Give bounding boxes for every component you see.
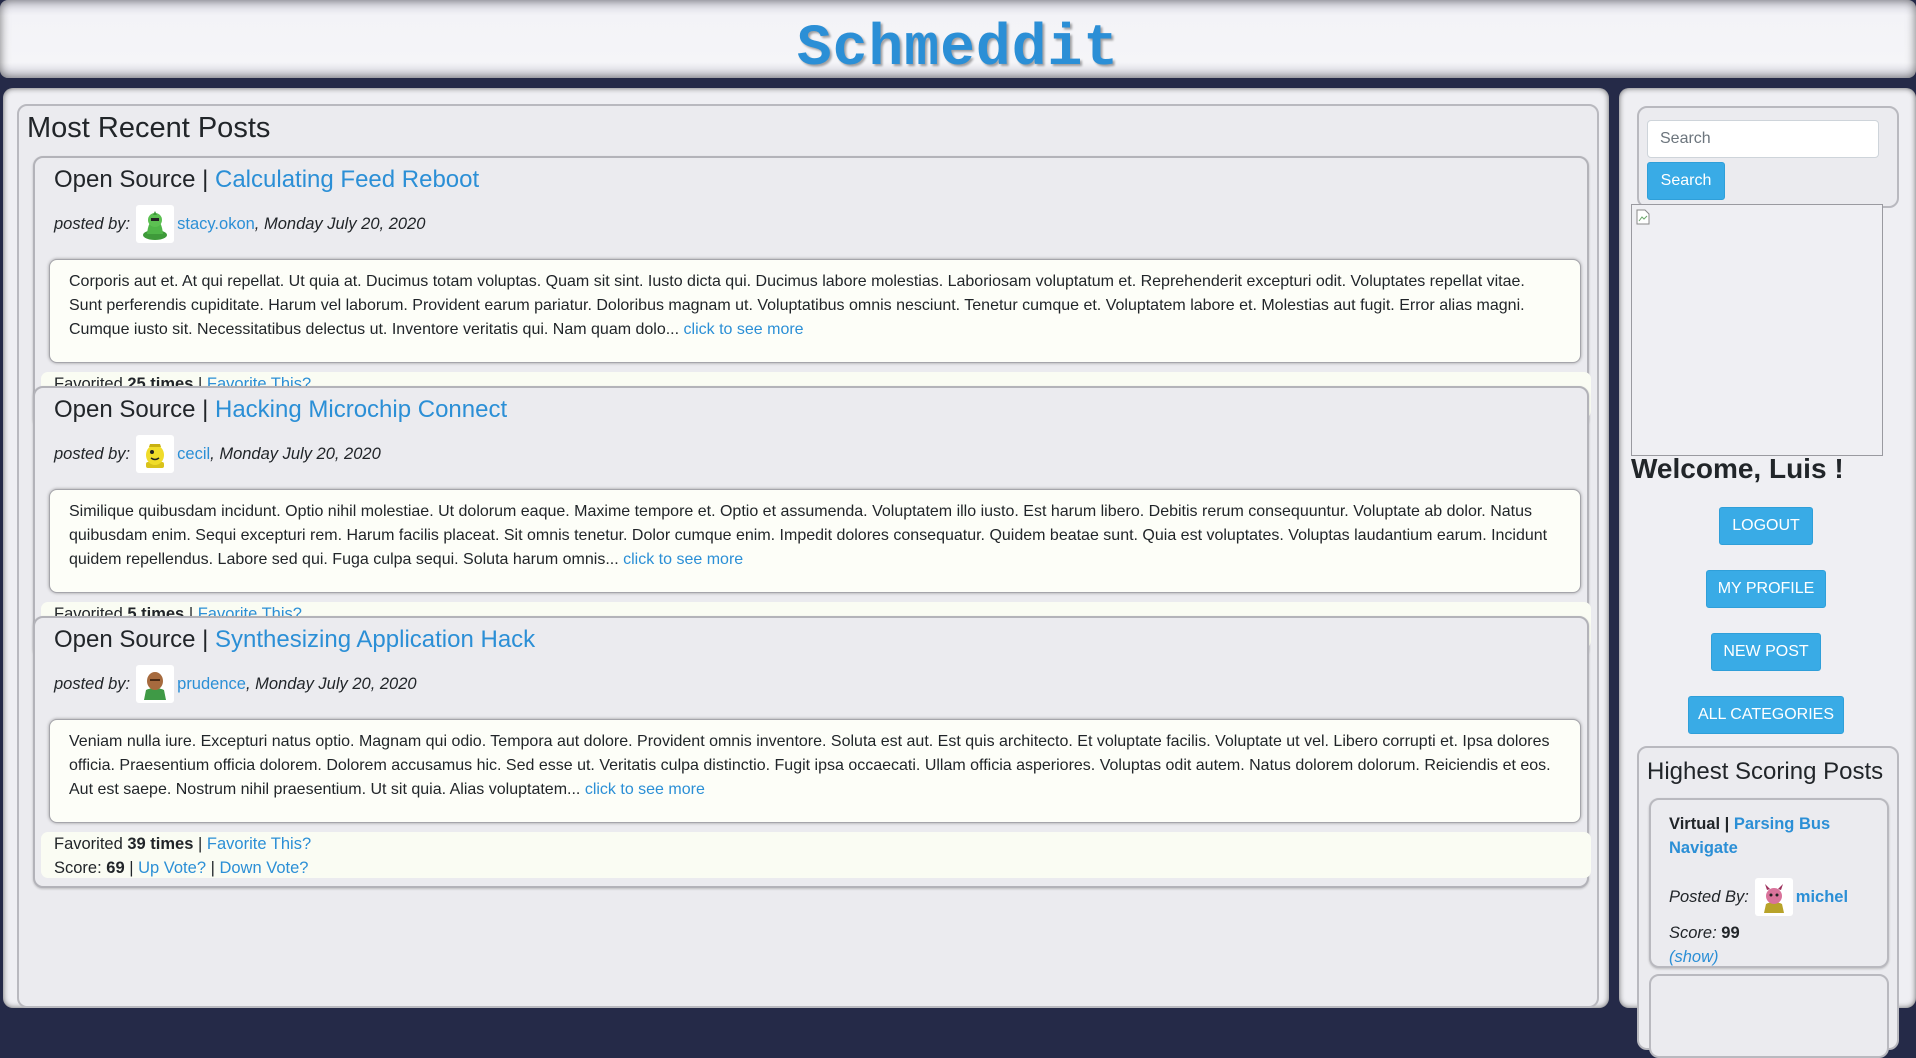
- search-input[interactable]: [1647, 120, 1879, 158]
- top-post-author: Posted By: michel: [1669, 878, 1848, 916]
- post-date-value: Monday July 20, 2020: [255, 674, 417, 693]
- new-post-button[interactable]: NEW POST: [1711, 633, 1821, 671]
- post-meta: posted by: prudence , Monday July 20, 20…: [54, 664, 417, 704]
- favorite-count: 39 times: [127, 835, 194, 853]
- post-excerpt: Similique quibusdam incidunt. Optio nihi…: [69, 503, 1548, 568]
- brown-character-avatar-icon: [136, 665, 175, 703]
- post-title-link[interactable]: Calculating Feed Reboot: [215, 166, 479, 193]
- top-post-category: Virtual: [1669, 815, 1721, 833]
- posted-by-label: posted by:: [54, 214, 131, 233]
- post-author-link[interactable]: prudence: [177, 675, 246, 694]
- all-categories-button[interactable]: ALL CATEGORIES: [1688, 696, 1844, 734]
- post-body: Similique quibusdam incidunt. Optio nihi…: [49, 489, 1581, 593]
- favorite-link[interactable]: Favorite This?: [207, 835, 311, 853]
- favorited-label: Favorited: [54, 835, 123, 853]
- post-body: Corporis aut et. At qui repellat. Ut qui…: [49, 259, 1581, 363]
- highest-scoring-panel: Highest Scoring Posts Virtual | Parsing …: [1637, 746, 1899, 1058]
- search-panel: Search: [1637, 106, 1899, 208]
- post-heading: Open Source | Calculating Feed Reboot: [54, 166, 479, 194]
- post-heading: Open Source | Hacking Microchip Connect: [54, 396, 507, 424]
- post-category: Open Source: [54, 396, 196, 423]
- post-author-link[interactable]: cecil: [177, 445, 210, 464]
- see-more-link[interactable]: click to see more: [684, 321, 804, 338]
- downvote-link[interactable]: Down Vote?: [219, 859, 308, 877]
- post-heading: Open Source | Synthesizing Application H…: [54, 626, 535, 654]
- broken-image-icon: [1636, 209, 1650, 225]
- sidebar: Search Welcome, Luis ! LOGOUT MY PROFILE…: [1619, 88, 1916, 1058]
- recent-posts-panel: Most Recent Posts Open Source | Calculat…: [17, 104, 1599, 1008]
- search-button[interactable]: Search: [1647, 162, 1725, 200]
- post-excerpt: Veniam nulla iure. Excepturi natus optio…: [69, 733, 1551, 798]
- separator: |: [202, 396, 215, 423]
- score-line: Score: 69 | Up Vote? | Down Vote?: [54, 859, 309, 877]
- top-post-card: [1649, 974, 1889, 1058]
- post-date-value: Monday July 20, 2020: [219, 444, 381, 463]
- score-label: Score:: [54, 859, 102, 877]
- post-meta: posted by: stacy.okon , Monday July 20, …: [54, 204, 425, 244]
- posted-by-label: Posted By:: [1669, 887, 1749, 906]
- posted-by-label: posted by:: [54, 674, 131, 693]
- ad-image-frame: [1631, 204, 1883, 456]
- see-more-link[interactable]: click to see more: [623, 551, 743, 568]
- post-author-link[interactable]: stacy.okon: [177, 215, 255, 234]
- highest-scoring-title: Highest Scoring Posts: [1647, 758, 1884, 785]
- post-footer: Favorited 39 times | Favorite This? Scor…: [41, 832, 1591, 878]
- post-date: , Monday July 20, 2020: [245, 674, 417, 693]
- logout-button[interactable]: LOGOUT: [1719, 507, 1813, 545]
- top-post-author-link[interactable]: michel: [1796, 888, 1848, 907]
- post-body: Veniam nulla iure. Excepturi natus optio…: [49, 719, 1581, 823]
- separator: |: [202, 626, 215, 653]
- favorites-line: Favorited 39 times | Favorite This?: [54, 835, 312, 853]
- score-label: Score:: [1669, 924, 1717, 942]
- post-date: , Monday July 20, 2020: [254, 214, 426, 233]
- devil-character-avatar-icon: [1754, 878, 1793, 916]
- green-character-avatar-icon: [136, 205, 175, 243]
- post-title-link[interactable]: Synthesizing Application Hack: [215, 626, 535, 653]
- site-title[interactable]: Schmeddit: [797, 20, 1119, 80]
- separator: |: [202, 166, 215, 193]
- posted-by-label: posted by:: [54, 444, 131, 463]
- show-post-link[interactable]: (show): [1669, 948, 1719, 967]
- post-title-link[interactable]: Hacking Microchip Connect: [215, 396, 507, 423]
- post-category: Open Source: [54, 626, 196, 653]
- post-card: Open Source | Synthesizing Application H…: [33, 616, 1591, 888]
- post-date: , Monday July 20, 2020: [210, 444, 381, 463]
- score-value: 69: [106, 859, 125, 877]
- welcome-message: Welcome, Luis !: [1631, 453, 1844, 484]
- see-more-link[interactable]: click to see more: [585, 781, 705, 798]
- top-post-card: Virtual | Parsing Bus Navigate Posted By…: [1649, 798, 1889, 968]
- post-category: Open Source: [54, 166, 196, 193]
- my-profile-button[interactable]: MY PROFILE: [1706, 570, 1826, 608]
- top-post-score: Score: 99: [1669, 924, 1740, 943]
- site-header: Schmeddit: [0, 0, 1916, 80]
- yellow-character-avatar-icon: [136, 435, 175, 473]
- top-post-heading: Virtual | Parsing Bus Navigate: [1669, 815, 1831, 857]
- post-meta: posted by: cecil , Monday July 20, 2020: [54, 434, 381, 474]
- score-value: 99: [1721, 924, 1740, 942]
- post-date-value: Monday July 20, 2020: [263, 214, 426, 233]
- upvote-link[interactable]: Up Vote?: [138, 859, 206, 877]
- feed-title: Most Recent Posts: [27, 112, 271, 144]
- main-panel: Most Recent Posts Open Source | Calculat…: [3, 88, 1609, 1008]
